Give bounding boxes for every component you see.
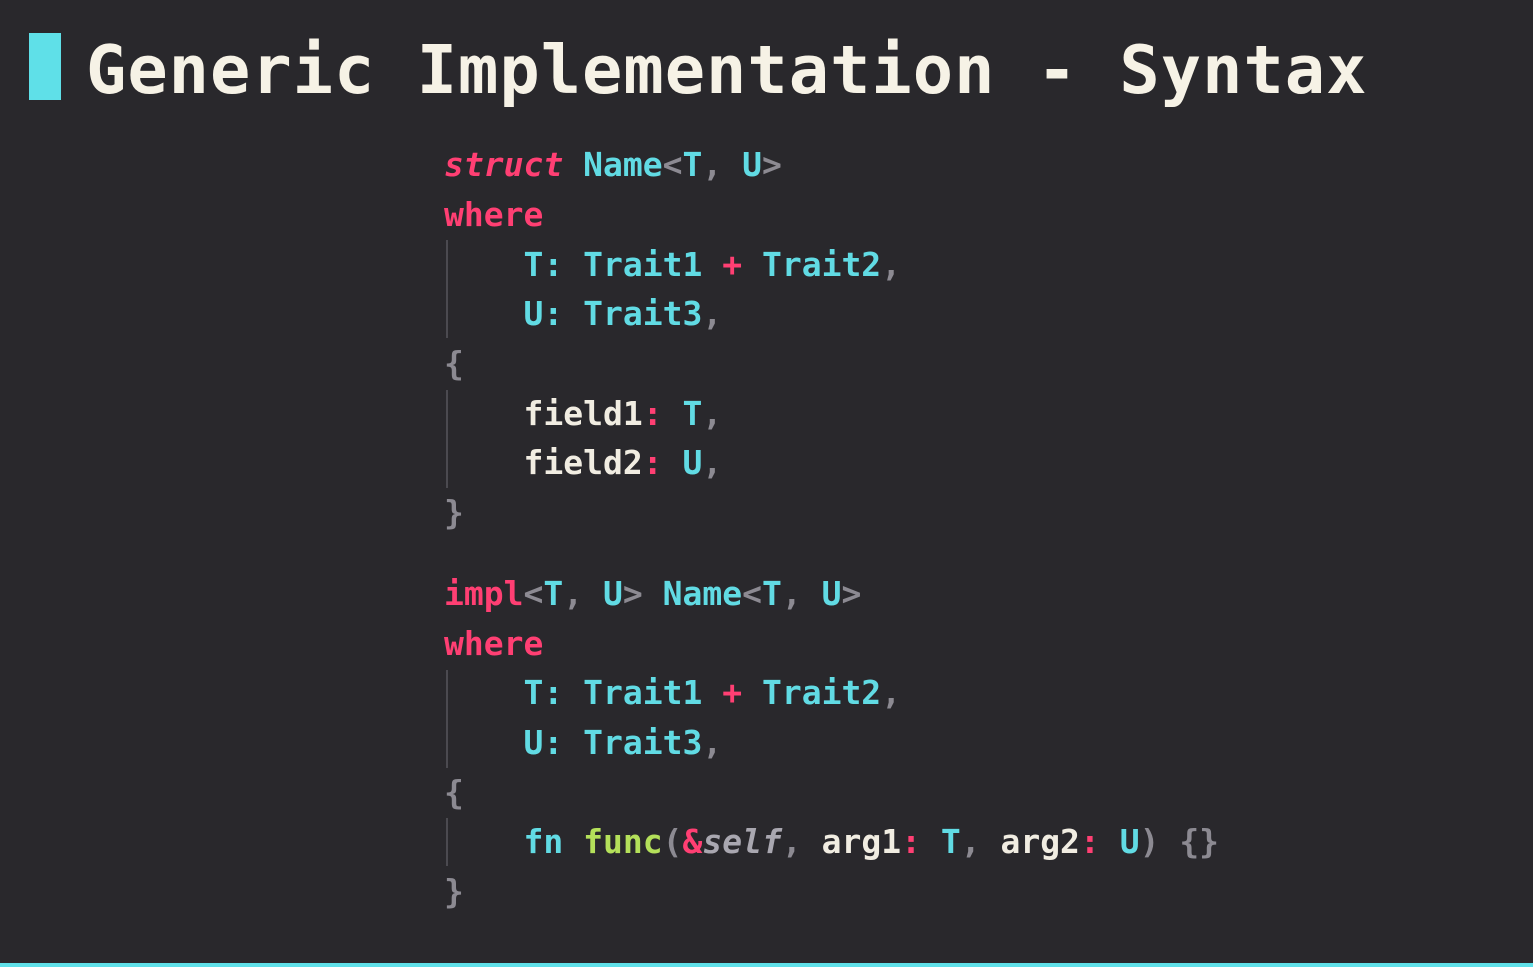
code-line-bound-t-2: T: Trait1 + Trait2,: [523, 673, 902, 712]
code-line-open-brace: {: [444, 344, 464, 383]
code-line-where: where: [444, 190, 543, 240]
code-line-bound-u-2: U: Trait3,: [523, 723, 723, 762]
code-line-field1: field1: T,: [523, 394, 723, 433]
slide: Generic Implementation - Syntax struct N…: [0, 0, 1533, 967]
keyword-where: where: [444, 624, 544, 663]
code-line-open-brace-2: {: [444, 773, 464, 812]
code-line-bound-t: T: Trait1 + Trait2,: [523, 245, 902, 284]
function-name: func: [583, 822, 663, 861]
keyword-where: where: [444, 195, 544, 234]
keyword-impl: impl: [444, 574, 524, 613]
type-name: Name: [583, 145, 663, 184]
code-line-impl-decl: impl<T, U> Name<T, U>: [444, 574, 862, 613]
code-line-close-brace-2: }: [444, 872, 464, 911]
bottom-accent-line: [0, 963, 1533, 967]
code-line-close-brace: }: [444, 493, 464, 532]
keyword-fn: fn: [523, 822, 564, 861]
code-line-bound-u: U: Trait3,: [523, 294, 723, 333]
code-line-struct-decl: struct Name<T, U>: [444, 145, 782, 184]
slide-title: Generic Implementation - Syntax: [86, 31, 1368, 109]
keyword-struct: struct: [444, 145, 564, 184]
code-line-field2: field2: U,: [523, 443, 723, 482]
code-line-fn: fn func(&self, arg1: T, arg2: U) {}: [523, 822, 1220, 861]
title-accent-bar: [29, 33, 61, 100]
code-line-where-2: where: [444, 619, 543, 669]
